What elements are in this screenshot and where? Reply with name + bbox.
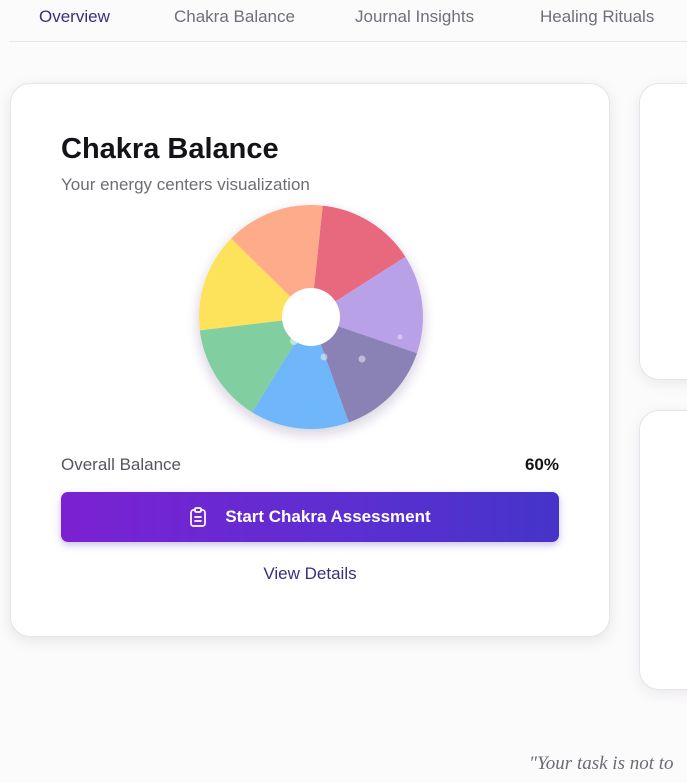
card-title: Chakra Balance — [61, 133, 279, 165]
clipboard-icon — [190, 507, 207, 527]
tab-overview[interactable]: Overview — [39, 7, 110, 27]
chakra-balance-card: Chakra Balance Your energy centers visua… — [10, 83, 610, 637]
nav-divider — [9, 41, 687, 42]
quote-text: "Your task is not to — [529, 753, 674, 774]
card-subtitle: Your energy centers visualization — [61, 175, 310, 194]
chakra-wheel — [199, 205, 423, 429]
view-details-link[interactable]: View Details — [11, 564, 609, 584]
top-navigation: Overview Chakra Balance Journal Insights… — [0, 0, 687, 42]
cta-label: Start Chakra Assessment — [225, 507, 431, 526]
wheel-center — [282, 288, 340, 346]
tab-journal-insights[interactable]: Journal Insights — [355, 7, 474, 27]
overall-balance-value: 60% — [524, 455, 559, 474]
tab-healing-rituals[interactable]: Healing Rituals — [540, 7, 654, 27]
overall-balance-label: Overall Balance — [61, 455, 182, 474]
side-card-bottom — [639, 410, 687, 690]
start-chakra-assessment-button[interactable]: Start Chakra Assessment — [61, 492, 559, 542]
side-card-top — [639, 83, 687, 380]
tab-chakra-balance[interactable]: Chakra Balance — [174, 7, 295, 27]
